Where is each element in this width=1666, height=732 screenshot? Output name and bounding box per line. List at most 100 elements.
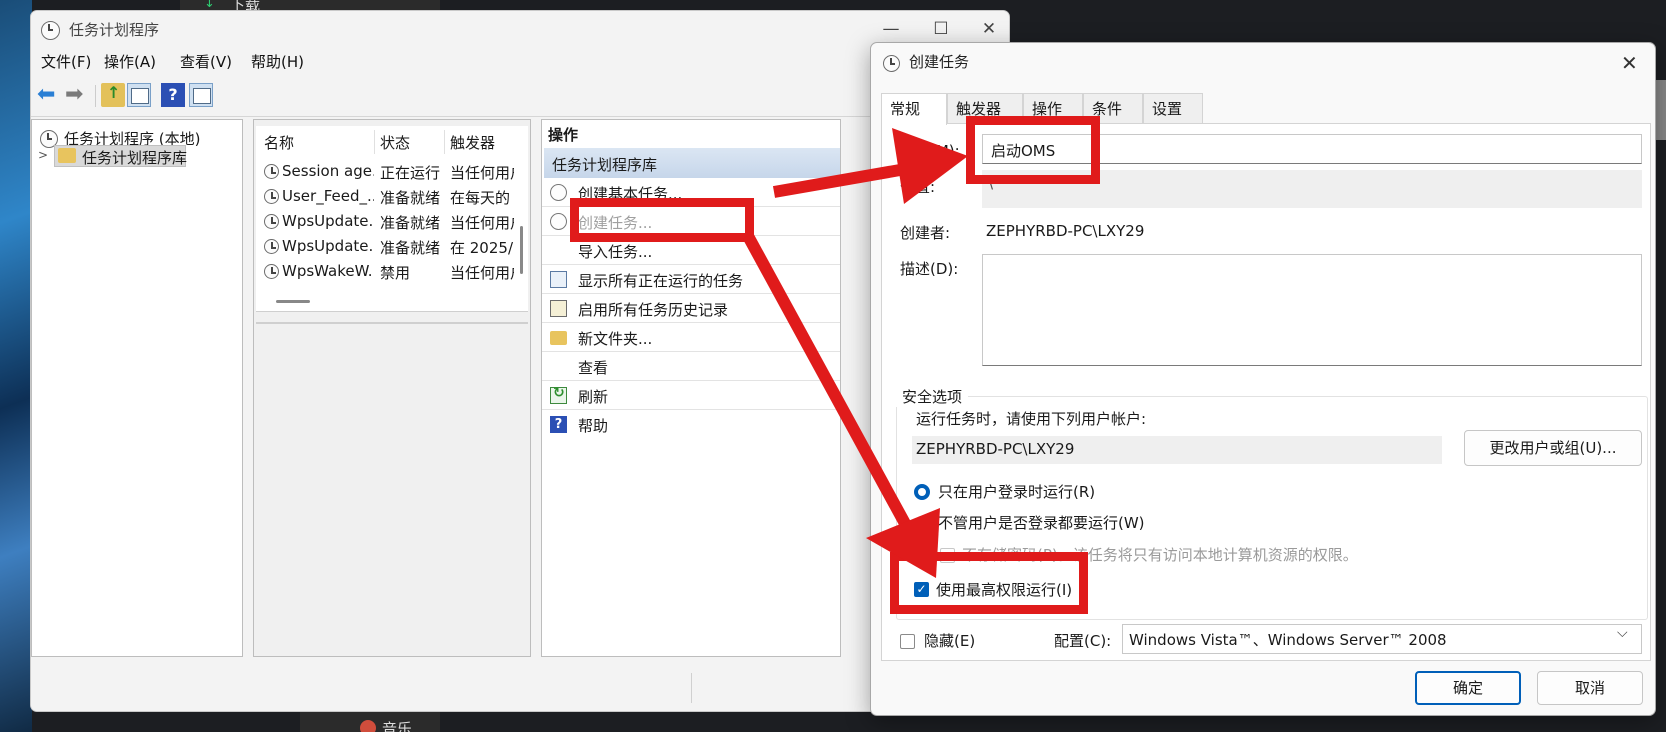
cancel-button[interactable]: 取消 (1537, 671, 1643, 705)
menu-action[interactable]: 操作(A) (104, 51, 156, 72)
background-music-label: 音乐 (382, 720, 413, 732)
action-new-folder[interactable]: 新文件夹... (542, 323, 840, 352)
minimize-button[interactable]: — (869, 15, 913, 43)
configure-for-value: Windows Vista™、Windows Server™ 2008 (1129, 631, 1447, 649)
table-row[interactable]: WpsUpdate... 准备就绪 在 2025/ (256, 235, 516, 260)
table-row[interactable]: WpsWakeW... 禁用 当任何用户 (256, 260, 516, 285)
task-trigger: 当任何用户 (450, 164, 514, 182)
refresh-icon (550, 385, 567, 404)
radio-run-only-logged-on[interactable] (914, 484, 930, 500)
table-row[interactable]: WpsUpdate... 准备就绪 当任何用户 (256, 210, 516, 235)
task-name: WpsWakeW... (282, 262, 374, 280)
task-name: WpsUpdate... (282, 237, 374, 255)
run-as-user-value: ZEPHYRBD-PC\LXY29 (912, 436, 1442, 464)
action-display-running-tasks[interactable]: 显示所有正在运行的任务 (542, 265, 840, 294)
annotation-box-highest-privileges (890, 552, 1088, 614)
chevron-right-icon[interactable]: > (38, 148, 48, 162)
task-list: 名称 状态 触发器 Session age... 正在运行 当任何用户 User… (256, 126, 528, 312)
maximize-button[interactable]: ☐ (919, 15, 963, 43)
forward-arrow-icon[interactable]: ➡ (65, 83, 89, 107)
show-hide-action-pane-icon[interactable] (189, 83, 213, 107)
task-status: 准备就绪 (380, 239, 441, 257)
action-label: 显示所有正在运行的任务 (578, 272, 744, 290)
task-name: User_Feed_... (282, 187, 374, 205)
table-row[interactable]: User_Feed_... 准备就绪 在每天的 (256, 185, 516, 210)
close-button[interactable]: ✕ (967, 15, 1009, 43)
desktop-wallpaper (0, 0, 32, 732)
column-header-status[interactable]: 状态 (380, 132, 410, 153)
task-clock-icon (264, 239, 279, 254)
column-divider[interactable] (374, 130, 375, 154)
annotation-box-create-task (570, 198, 754, 242)
run-as-label: 运行任务时，请使用下列用户帐户: (916, 410, 1147, 428)
dialog-close-icon[interactable]: ✕ (1621, 51, 1638, 75)
action-label: 新文件夹... (578, 330, 653, 348)
radio-run-whether-logged-on[interactable] (914, 516, 930, 532)
security-options-title: 安全选项 (896, 386, 969, 407)
task-status: 准备就绪 (380, 214, 441, 232)
status-divider (691, 673, 692, 703)
ok-button[interactable]: 确定 (1415, 671, 1521, 705)
tab-general[interactable]: 常规 (881, 93, 947, 125)
toolbar-divider (95, 85, 96, 107)
tree-node-library-label: 任务计划程序库 (82, 149, 188, 167)
action-view[interactable]: 查看 (542, 352, 840, 381)
task-trigger: 当任何用户 (450, 264, 514, 282)
action-help[interactable]: ? 帮助 (542, 410, 840, 439)
action-enable-history[interactable]: 启用所有任务历史记录 (542, 294, 840, 323)
running-tasks-icon (550, 271, 567, 288)
radio-run-whether-logged-on-label[interactable]: 不管用户是否登录都要运行(W) (938, 512, 1145, 533)
description-label: 描述(D): (900, 260, 959, 278)
dialog-clock-icon (883, 55, 900, 72)
basic-task-clock-icon (550, 184, 567, 201)
actions-pane-title: 操作 (548, 126, 579, 144)
task-trigger: 在 2025/ (450, 239, 513, 257)
column-divider[interactable] (444, 130, 445, 154)
tab-settings[interactable]: 设置 (1143, 93, 1203, 123)
task-details-pane (256, 322, 528, 652)
name-label: 名称(M): (900, 142, 960, 160)
background-scrollbar (1655, 80, 1666, 140)
menu-bar: 文件(F) 操作(A) 查看(V) 帮助(H) (31, 47, 1009, 75)
description-input[interactable] (982, 254, 1642, 366)
task-name: WpsUpdate... (282, 212, 374, 230)
author-value: ZEPHYRBD-PC\LXY29 (986, 222, 1145, 240)
task-scheduler-clock-icon (41, 21, 60, 40)
back-arrow-icon[interactable]: ⬅ (37, 83, 61, 107)
annotation-box-task-name (966, 116, 1100, 184)
title-bar[interactable]: 任务计划程序 — ☐ ✕ (31, 11, 1009, 47)
configure-for-label: 配置(C): (1054, 632, 1112, 650)
help-icon[interactable]: ? (161, 83, 185, 107)
task-status: 禁用 (380, 264, 411, 282)
action-label: 查看 (578, 359, 609, 377)
action-label: 导入任务... (578, 243, 653, 261)
configure-for-select[interactable]: Windows Vista™、Windows Server™ 2008 ⌵ (1122, 624, 1642, 654)
action-label: 刷新 (578, 388, 609, 406)
table-row[interactable]: Session age... 正在运行 当任何用户 (256, 160, 516, 185)
task-status: 准备就绪 (380, 189, 441, 207)
hidden-label[interactable]: 隐藏(E) (924, 630, 975, 651)
status-bar (31, 667, 1009, 711)
task-clock-icon (264, 264, 279, 279)
console-tree: 任务计划程序 (本地) > 任务计划程序库 (31, 119, 243, 657)
task-clock-icon (550, 213, 567, 230)
horizontal-scrollbar[interactable] (276, 300, 310, 303)
music-icon (360, 720, 376, 732)
radio-run-only-logged-on-label[interactable]: 只在用户登录时运行(R) (938, 481, 1095, 502)
task-list-pane: 名称 状态 触发器 Session age... 正在运行 当任何用户 User… (253, 119, 531, 657)
action-label: 帮助 (578, 417, 609, 435)
checkbox-hidden[interactable] (900, 634, 915, 649)
change-user-button[interactable]: 更改用户或组(U)... (1464, 430, 1642, 466)
folder-up-icon[interactable] (101, 83, 125, 107)
actions-section-header[interactable]: 任务计划程序库 (544, 148, 840, 178)
action-refresh[interactable]: 刷新 (542, 381, 840, 410)
column-header-name[interactable]: 名称 (264, 132, 294, 153)
show-hide-console-tree-icon[interactable] (127, 83, 151, 107)
menu-view[interactable]: 查看(V) (180, 51, 232, 72)
history-icon (550, 300, 567, 317)
column-header-trigger[interactable]: 触发器 (450, 132, 495, 153)
menu-help[interactable]: 帮助(H) (251, 51, 304, 72)
toolbar: ⬅ ➡ ? (31, 75, 1009, 117)
menu-file[interactable]: 文件(F) (41, 51, 91, 72)
vertical-scrollbar[interactable] (520, 226, 523, 274)
